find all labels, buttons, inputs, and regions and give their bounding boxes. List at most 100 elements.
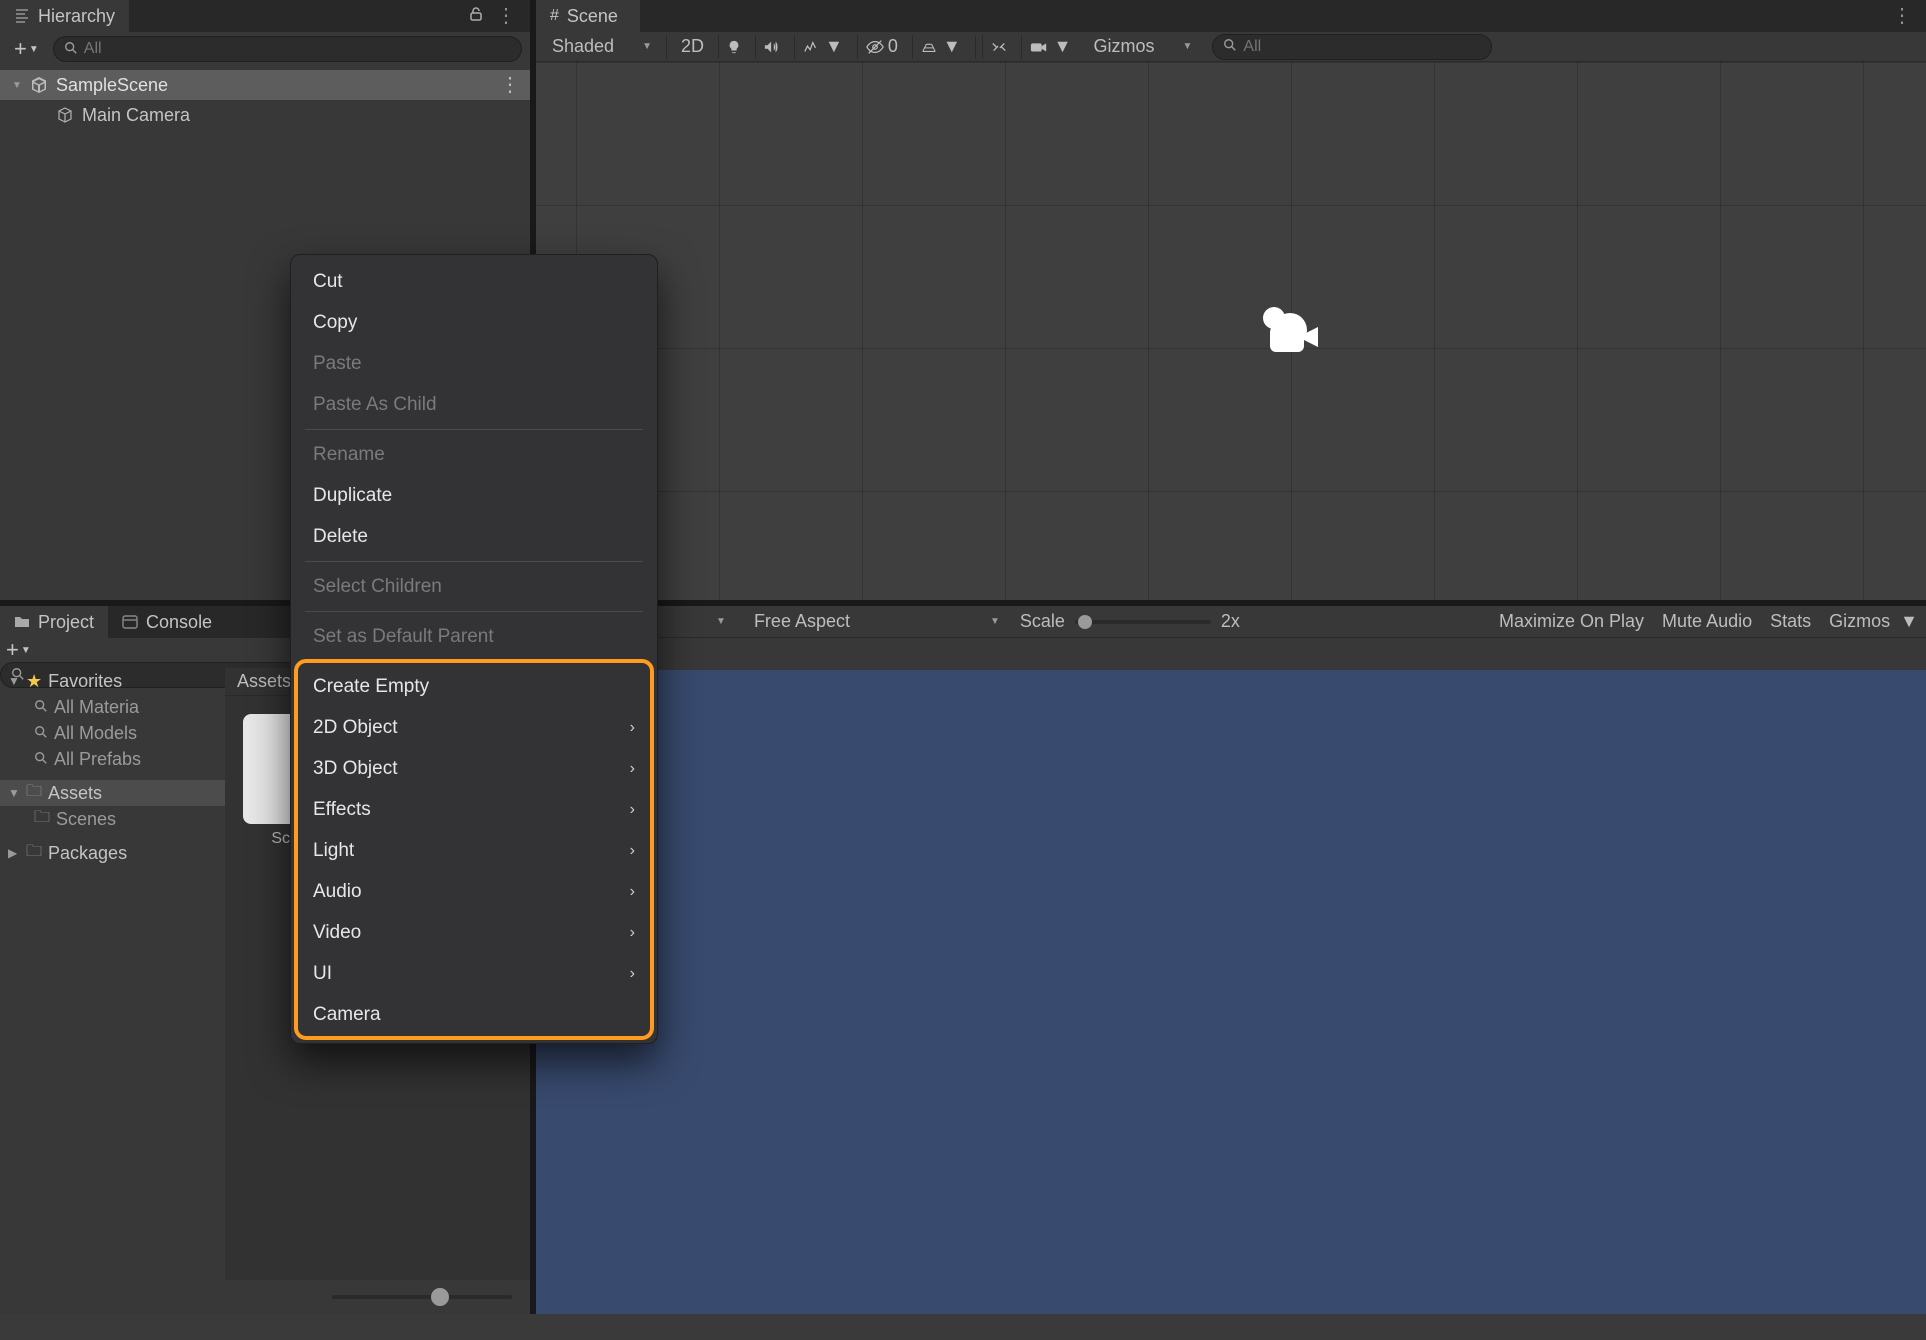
eye-off-icon xyxy=(866,40,884,54)
context-menu-item-ui[interactable]: UI› xyxy=(291,953,657,994)
context-menu-separator xyxy=(305,561,643,562)
tab-console[interactable]: Console xyxy=(108,606,226,638)
game-gizmos-dropdown[interactable]: Gizmos ▼ xyxy=(1829,611,1918,632)
context-menu-item-camera[interactable]: Camera xyxy=(291,994,657,1035)
context-menu-item-label: Video xyxy=(313,922,361,944)
context-menu-item-paste: Paste xyxy=(291,343,657,384)
scale-value: 2x xyxy=(1221,611,1240,632)
thumbnail-size-slider[interactable] xyxy=(332,1280,512,1314)
create-dropdown[interactable]: + ▼ xyxy=(8,37,45,61)
scene-row-menu-icon[interactable]: ⋮ xyxy=(500,75,520,95)
gizmos-label: Gizmos xyxy=(1093,36,1154,57)
context-menu-item-label: Effects xyxy=(313,799,371,821)
packages-header[interactable]: ▶ 🗀 Packages xyxy=(0,840,225,866)
assets-header[interactable]: ▼ 🗀 Assets xyxy=(0,780,225,806)
favorite-item[interactable]: All Models xyxy=(0,720,225,746)
context-menu-item-label: Light xyxy=(313,840,354,862)
tools-toggle[interactable] xyxy=(982,35,1015,59)
context-menu-item-delete[interactable]: Delete xyxy=(291,516,657,557)
context-menu-item-label: Paste xyxy=(313,353,362,375)
visibility-toggle[interactable]: 0 xyxy=(857,35,906,59)
context-menu-item-label: UI xyxy=(313,963,332,985)
search-icon xyxy=(34,749,48,770)
scene-gridlines xyxy=(536,62,1926,600)
lock-icon[interactable] xyxy=(468,6,484,27)
tab-scene[interactable]: # Scene xyxy=(536,0,640,32)
context-menu-item-cut[interactable]: Cut xyxy=(291,261,657,302)
camera-toggle[interactable]: ▼ xyxy=(1021,35,1080,59)
game-panel: Display 1 ▼ Free Aspect ▼ Scale 2x Maxim… xyxy=(536,606,1926,1314)
toggle-2d[interactable]: 2D xyxy=(673,35,712,59)
assets-item[interactable]: 🗀Scenes xyxy=(0,806,225,832)
scale-slider[interactable]: Scale 2x xyxy=(1020,611,1240,632)
console-icon xyxy=(122,614,138,630)
lighting-toggle[interactable] xyxy=(718,35,749,59)
search-icon xyxy=(34,723,48,744)
fx-toggle[interactable]: ▼ xyxy=(794,35,851,59)
star-icon: ★ xyxy=(26,671,42,692)
context-menu-item-label: Camera xyxy=(313,1004,381,1026)
project-tab-label: Project xyxy=(38,612,94,633)
context-menu: Cut Copy Paste Paste As Child RenameDuplicat… xyxy=(290,254,658,1044)
context-menu-item-video[interactable]: Video › xyxy=(291,912,657,953)
context-menu-item-label: Cut xyxy=(313,271,343,293)
tab-hierarchy[interactable]: Hierarchy xyxy=(0,0,129,32)
hierarchy-item-label: Main Camera xyxy=(82,105,190,126)
render-mode-dropdown[interactable]: Shaded ▼ xyxy=(544,35,660,59)
maximize-on-play-button[interactable]: Maximize On Play xyxy=(1499,611,1644,632)
speaker-icon xyxy=(764,40,780,54)
favorites-header[interactable]: ▼ ★ Favorites xyxy=(0,668,225,694)
audio-toggle[interactable] xyxy=(755,35,788,59)
context-menu-item-copy[interactable]: Copy xyxy=(291,302,657,343)
chevron-right-icon: › xyxy=(630,924,635,942)
context-menu-item-paste-as-child: Paste As Child xyxy=(291,384,657,425)
context-menu-item-label: Audio xyxy=(313,881,362,903)
grid-toggle[interactable]: ▼ xyxy=(912,35,969,59)
favorite-item[interactable]: All Prefabs xyxy=(0,746,225,772)
hierarchy-tab-header: Hierarchy ⋮ xyxy=(0,0,530,32)
context-menu-item-set-as-default-parent: Set as Default Parent xyxy=(291,616,657,657)
camera-icon xyxy=(1030,40,1048,54)
chevron-right-icon: › xyxy=(630,842,635,860)
hierarchy-search-input[interactable] xyxy=(84,40,511,58)
chevron-right-icon: › xyxy=(630,883,635,901)
scale-label: Scale xyxy=(1020,611,1065,632)
hierarchy-menu-icon[interactable]: ⋮ xyxy=(496,6,516,26)
context-menu-item-rename: Rename xyxy=(291,434,657,475)
game-toolbar: Display 1 ▼ Free Aspect ▼ Scale 2x Maxim… xyxy=(536,606,1926,638)
context-menu-item-select-children: Select Children xyxy=(291,566,657,607)
context-menu-separator xyxy=(305,429,643,430)
context-menu-item-duplicate[interactable]: Duplicate xyxy=(291,475,657,516)
hierarchy-item-main-camera[interactable]: Main Camera xyxy=(0,100,530,130)
expand-toggle[interactable]: ▼ xyxy=(12,80,22,91)
aspect-dropdown[interactable]: Free Aspect ▼ xyxy=(746,610,1008,634)
hierarchy-search[interactable] xyxy=(53,36,522,62)
aspect-label: Free Aspect xyxy=(754,611,850,632)
scene-viewport[interactable] xyxy=(536,62,1926,600)
scene-name: SampleScene xyxy=(56,75,168,96)
folder-icon: 🗀 xyxy=(26,780,42,807)
tools-icon xyxy=(991,40,1007,54)
scene-menu-icon[interactable]: ⋮ xyxy=(1892,6,1912,26)
chevron-right-icon: › xyxy=(630,719,635,737)
project-tree: ▼ ★ Favorites All Materia All Models All… xyxy=(0,668,225,1280)
favorite-item[interactable]: All Materia xyxy=(0,694,225,720)
context-menu-item-audio[interactable]: Audio › xyxy=(291,871,657,912)
scene-search[interactable] xyxy=(1212,34,1492,60)
gizmos-dropdown[interactable]: Gizmos ▼ xyxy=(1085,35,1200,59)
chevron-right-icon: › xyxy=(630,760,635,778)
stats-button[interactable]: Stats xyxy=(1770,611,1811,632)
tab-project[interactable]: Project xyxy=(0,606,108,638)
context-menu-item-label: Paste As Child xyxy=(313,394,437,416)
scene-row[interactable]: ▼ SampleScene ⋮ xyxy=(0,70,530,100)
mute-audio-button[interactable]: Mute Audio xyxy=(1662,611,1752,632)
context-menu-item-effects[interactable]: Effects › xyxy=(291,789,657,830)
context-menu-item-create-empty[interactable]: Create Empty xyxy=(291,666,657,707)
context-menu-item-2d-object[interactable]: 2D Object› xyxy=(291,707,657,748)
context-menu-item-3d-object[interactable]: 3D Object› xyxy=(291,748,657,789)
game-viewport[interactable] xyxy=(536,670,1926,1314)
status-bar xyxy=(0,1314,1926,1340)
context-menu-item-light[interactable]: Light › xyxy=(291,830,657,871)
chevron-right-icon: › xyxy=(630,801,635,819)
scene-search-input[interactable] xyxy=(1243,38,1481,56)
